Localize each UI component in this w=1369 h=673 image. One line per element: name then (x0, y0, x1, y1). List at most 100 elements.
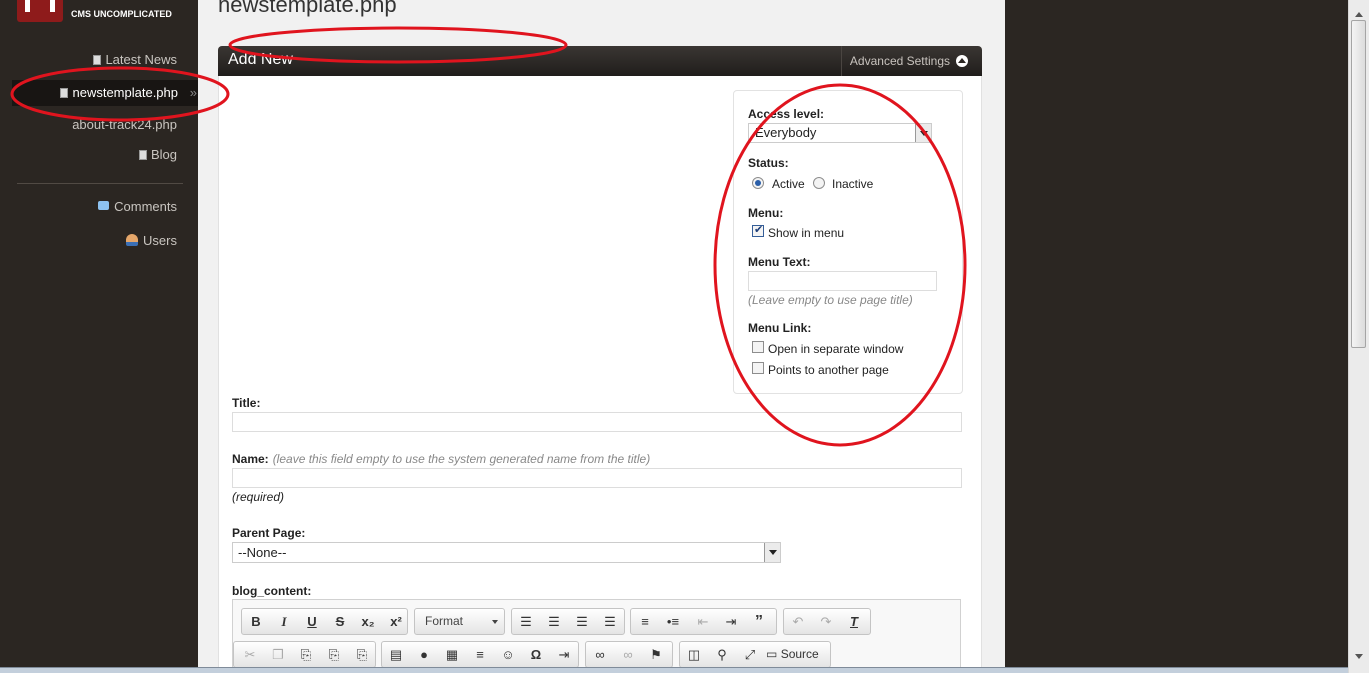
preview-icon[interactable]: ⚲ (708, 642, 736, 667)
open-separate-window-checkbox[interactable] (752, 341, 764, 353)
toolbar-group-clipboard: ✂ ❐ ⎘ ⎘ ⎘ (233, 641, 376, 667)
anchor-icon[interactable]: ⚑ (642, 642, 670, 667)
title-input[interactable] (232, 412, 962, 432)
sidebar-item-newstemplate[interactable]: newstemplate.php » (12, 80, 221, 106)
align-right-icon[interactable]: ☰ (568, 609, 596, 634)
unlink-icon[interactable]: ∞ (614, 642, 642, 667)
scroll-thumb[interactable] (1351, 20, 1366, 348)
smiley-icon[interactable]: ☺ (494, 642, 522, 667)
access-level-select[interactable]: Everybody (748, 123, 932, 143)
link-icon[interactable]: ∞ (586, 642, 614, 667)
chevron-down-icon[interactable] (764, 543, 780, 562)
sidebar-item-latest-news[interactable]: Latest News (93, 49, 177, 71)
main-panel: newstemplate.php Add New Advanced Settin… (198, 0, 1005, 667)
sidebar-item-blog[interactable]: Blog (138, 144, 177, 166)
logo[interactable] (17, 0, 63, 22)
sidebar-item-users[interactable]: Users (126, 230, 177, 252)
name-label-row: Name: (leave this field empty to use the … (232, 452, 650, 466)
italic-icon[interactable]: I (270, 609, 298, 634)
special-char-icon[interactable]: Ω (522, 642, 550, 667)
sidebar-divider (17, 183, 183, 184)
access-level-label: Access level: (748, 107, 825, 121)
show-in-menu-checkbox[interactable] (752, 223, 764, 237)
status-active-radio[interactable] (752, 177, 764, 189)
advanced-settings-toggle[interactable]: Advanced Settings (840, 46, 982, 76)
sidebar-item-label: Comments (114, 199, 177, 214)
sidebar-item-label: Users (143, 233, 177, 248)
copy-icon[interactable]: ❐ (264, 642, 292, 667)
required-note: (required) (232, 490, 285, 504)
points-to-page-label[interactable]: Points to another page (768, 363, 889, 377)
sidebar-item-label: Latest News (105, 52, 177, 67)
sidebar-item-label: Blog (150, 147, 177, 162)
format-dropdown[interactable]: Format (414, 608, 505, 635)
subscript-icon[interactable]: x₂ (354, 609, 382, 634)
underline-icon[interactable]: U (298, 609, 326, 634)
page-icon (60, 88, 69, 98)
templates-icon[interactable]: ◫ (680, 642, 708, 667)
horizontal-rule-icon[interactable]: ≡ (466, 642, 494, 667)
title-label: Title: (232, 396, 261, 410)
name-label: Name: (232, 452, 269, 466)
remove-format-icon[interactable]: T (840, 609, 868, 634)
menu-link-label: Menu Link: (748, 321, 812, 335)
points-to-page-checkbox[interactable] (752, 362, 764, 374)
indent-icon[interactable]: ⇥ (717, 609, 745, 634)
sidebar-item-comments[interactable]: Comments (98, 196, 177, 218)
name-hint: (leave this field empty to use the syste… (272, 452, 651, 466)
show-in-menu-label[interactable]: Show in menu (768, 226, 844, 240)
undo-icon[interactable]: ↶ (784, 609, 812, 634)
form-title: Add New (228, 51, 293, 68)
source-label: Source (780, 647, 819, 661)
source-button[interactable]: ▭ Source (766, 642, 819, 667)
open-separate-window-label[interactable]: Open in separate window (768, 342, 903, 356)
bold-icon[interactable]: B (242, 609, 270, 634)
parent-page-select[interactable]: --None-- (232, 542, 781, 563)
advanced-settings-panel: Access level: Everybody Status: Active I… (733, 90, 963, 394)
paste-icon[interactable]: ⎘ (292, 642, 320, 667)
cut-icon[interactable]: ✂ (236, 642, 264, 667)
outdent-icon[interactable]: ⇤ (689, 609, 717, 634)
bulleted-list-icon[interactable]: •≡ (659, 609, 687, 634)
name-input[interactable] (232, 468, 962, 488)
right-background (1005, 0, 1348, 673)
scroll-down-arrow-icon[interactable] (1352, 651, 1366, 663)
paste-word-icon[interactable]: ⎘ (348, 642, 376, 667)
align-center-icon[interactable]: ☰ (540, 609, 568, 634)
flash-icon[interactable]: ● (410, 642, 438, 667)
blockquote-icon[interactable]: ” (745, 609, 773, 634)
justify-icon[interactable]: ☰ (596, 609, 624, 634)
vertical-scrollbar[interactable] (1348, 0, 1369, 673)
page-title: newstemplate.php (218, 0, 397, 17)
image-icon[interactable]: ▤ (382, 642, 410, 667)
align-left-icon[interactable]: ☰ (512, 609, 540, 634)
sidebar-item-label: newstemplate.php (72, 85, 178, 100)
access-level-value: Everybody (755, 125, 817, 140)
superscript-icon[interactable]: x² (382, 609, 410, 634)
toolbar-group-insert: ▤ ● ▦ ≡ ☺ Ω ⇥ (381, 641, 579, 667)
status-inactive-label[interactable]: Inactive (832, 177, 873, 191)
advanced-settings-label: Advanced Settings (849, 54, 950, 68)
redo-icon[interactable]: ↷ (812, 609, 840, 634)
chevron-down-icon[interactable] (915, 124, 931, 142)
source-icon: ▭ (766, 647, 778, 661)
strikethrough-icon[interactable]: S (326, 609, 354, 634)
user-icon (126, 234, 139, 246)
toolbar-group-history: ↶ ↷ T (783, 608, 871, 635)
taskbar (0, 667, 1348, 673)
menu-text-input[interactable] (748, 271, 937, 291)
status-active-label[interactable]: Active (772, 177, 805, 191)
parent-page-label: Parent Page: (232, 526, 306, 540)
sidebar: CMS UNCOMPLICATED Latest News newstempla… (0, 0, 221, 673)
table-icon[interactable]: ▦ (438, 642, 466, 667)
format-label: Format (425, 614, 464, 628)
sidebar-item-about-track24[interactable]: about-track24.php (72, 114, 177, 136)
page-break-icon[interactable]: ⇥ (550, 642, 578, 667)
chevron-right-icon: » (189, 85, 197, 100)
page-icon (138, 150, 147, 160)
numbered-list-icon[interactable]: ≡ (631, 609, 659, 634)
status-inactive-radio[interactable] (813, 177, 825, 189)
maximize-icon[interactable]: ⤢ (736, 642, 764, 667)
menu-label: Menu: (748, 206, 784, 220)
paste-text-icon[interactable]: ⎘ (320, 642, 348, 667)
